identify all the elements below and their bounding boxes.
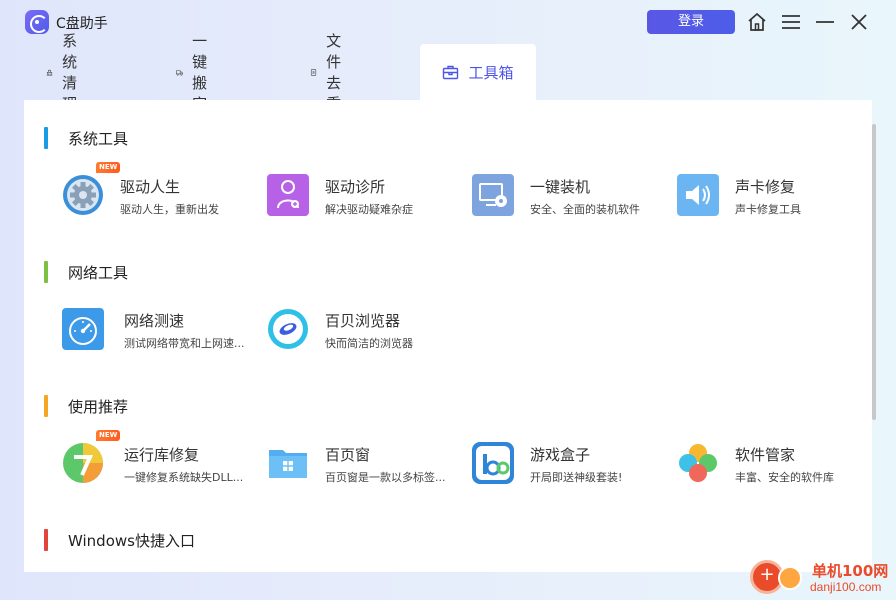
watermark-text: 单机100网 — [812, 562, 889, 580]
software-manager-icon — [677, 442, 719, 484]
tool-baiye-window[interactable]: 百页窗 百页窗是一款以多标签... — [267, 438, 467, 488]
clean-icon — [46, 69, 53, 75]
app-logo-icon — [25, 10, 49, 34]
section-windows-shortcuts: Windows快捷入口 — [44, 529, 195, 551]
tool-desc: 声卡修复工具 — [735, 203, 801, 216]
tool-name: 网络测速 — [124, 312, 185, 330]
tool-desc: 解决驱动疑难杂症 — [325, 203, 413, 216]
truck-icon — [176, 69, 183, 76]
speedometer-icon — [62, 308, 104, 350]
new-badge: NEW — [96, 430, 121, 441]
tool-software-manager[interactable]: 软件管家 丰富、安全的软件库 — [677, 438, 872, 488]
tool-sound-card-repair[interactable]: 声卡修复 声卡修复工具 — [677, 170, 872, 220]
tool-baibei-browser[interactable]: 百贝浏览器 快而简洁的浏览器 — [267, 304, 467, 354]
tool-driver-life[interactable]: NEW 驱动人生 驱动人生，重新出发 — [62, 162, 262, 220]
runtime-repair-icon — [62, 442, 104, 484]
tab-toolbox[interactable]: 工具箱 — [420, 44, 536, 100]
section-accent-bar — [44, 127, 48, 149]
tool-name: 百页窗 — [325, 446, 371, 464]
scrollbar[interactable] — [872, 124, 876, 420]
new-badge: NEW — [96, 162, 121, 173]
tool-desc: 测试网络带宽和上网速... — [124, 337, 245, 350]
section-accent-bar — [44, 529, 48, 551]
tool-desc: 安全、全面的装机软件 — [530, 203, 640, 216]
tab-system-clean[interactable]: 系统清理 — [46, 32, 87, 113]
watermark-badge-icon — [778, 566, 802, 590]
section-network-tools: 网络工具 — [44, 261, 128, 283]
section-accent-bar — [44, 261, 48, 283]
section-title: 系统工具 — [68, 129, 129, 148]
toolbox-panel: 系统工具 NEW 驱动人生 驱动人生，重新出发 驱动诊所 解决驱动疑难杂症 一键… — [24, 100, 872, 572]
tool-name: 游戏盒子 — [530, 446, 591, 464]
tab-one-click-move[interactable]: 一键搬家 — [176, 32, 217, 113]
gear-icon — [62, 174, 104, 216]
tool-name: 运行库修复 — [124, 446, 200, 464]
section-accent-bar — [44, 395, 48, 417]
minimize-icon[interactable] — [814, 11, 836, 33]
game-box-icon — [472, 442, 514, 484]
login-button[interactable]: 登录 — [647, 10, 735, 34]
tool-name: 驱动人生 — [120, 178, 181, 196]
tool-desc: 丰富、安全的软件库 — [735, 471, 834, 484]
section-recommended: 使用推荐 — [44, 395, 128, 417]
tool-desc: 开局即送神级套装! — [530, 471, 623, 484]
browser-icon — [267, 308, 309, 350]
section-title: Windows快捷入口 — [68, 531, 195, 550]
toolbox-icon — [443, 65, 459, 79]
tool-game-box[interactable]: 游戏盒子 开局即送神级套装! — [472, 438, 672, 488]
speaker-icon — [677, 174, 719, 216]
home-icon[interactable] — [746, 11, 768, 33]
watermark: 单机100网 danji100.com — [746, 556, 896, 600]
folder-icon — [267, 442, 309, 484]
document-icon — [310, 68, 317, 76]
title-bar: C盘助手 登录 — [0, 0, 896, 44]
watermark-url: danji100.com — [810, 580, 882, 594]
tool-runtime-repair[interactable]: NEW 运行库修复 一键修复系统缺失DLL... — [62, 430, 262, 488]
tool-desc: 百页窗是一款以多标签... — [325, 471, 446, 484]
tab-label: 工具箱 — [468, 63, 514, 82]
close-icon[interactable] — [848, 11, 870, 33]
menu-icon[interactable] — [780, 11, 802, 33]
tool-network-speedtest[interactable]: 网络测速 测试网络带宽和上网速... — [62, 304, 262, 354]
monitor-install-icon — [472, 174, 514, 216]
doctor-icon — [267, 174, 309, 216]
tool-name: 驱动诊所 — [325, 178, 386, 196]
tool-desc: 驱动人生，重新出发 — [120, 203, 219, 216]
tab-file-dedup[interactable]: 文件去重 — [310, 32, 351, 113]
tool-desc: 快而简洁的浏览器 — [325, 337, 413, 350]
tool-desc: 一键修复系统缺失DLL... — [124, 471, 244, 484]
section-title: 使用推荐 — [68, 397, 129, 416]
tool-one-click-install[interactable]: 一键装机 安全、全面的装机软件 — [472, 170, 672, 220]
section-system-tools: 系统工具 — [44, 127, 128, 149]
tool-name: 声卡修复 — [735, 178, 796, 196]
section-title: 网络工具 — [68, 263, 129, 282]
tool-name: 百贝浏览器 — [325, 312, 401, 330]
tool-driver-clinic[interactable]: 驱动诊所 解决驱动疑难杂症 — [267, 170, 467, 220]
tool-name: 一键装机 — [530, 178, 591, 196]
tool-name: 软件管家 — [735, 446, 796, 464]
